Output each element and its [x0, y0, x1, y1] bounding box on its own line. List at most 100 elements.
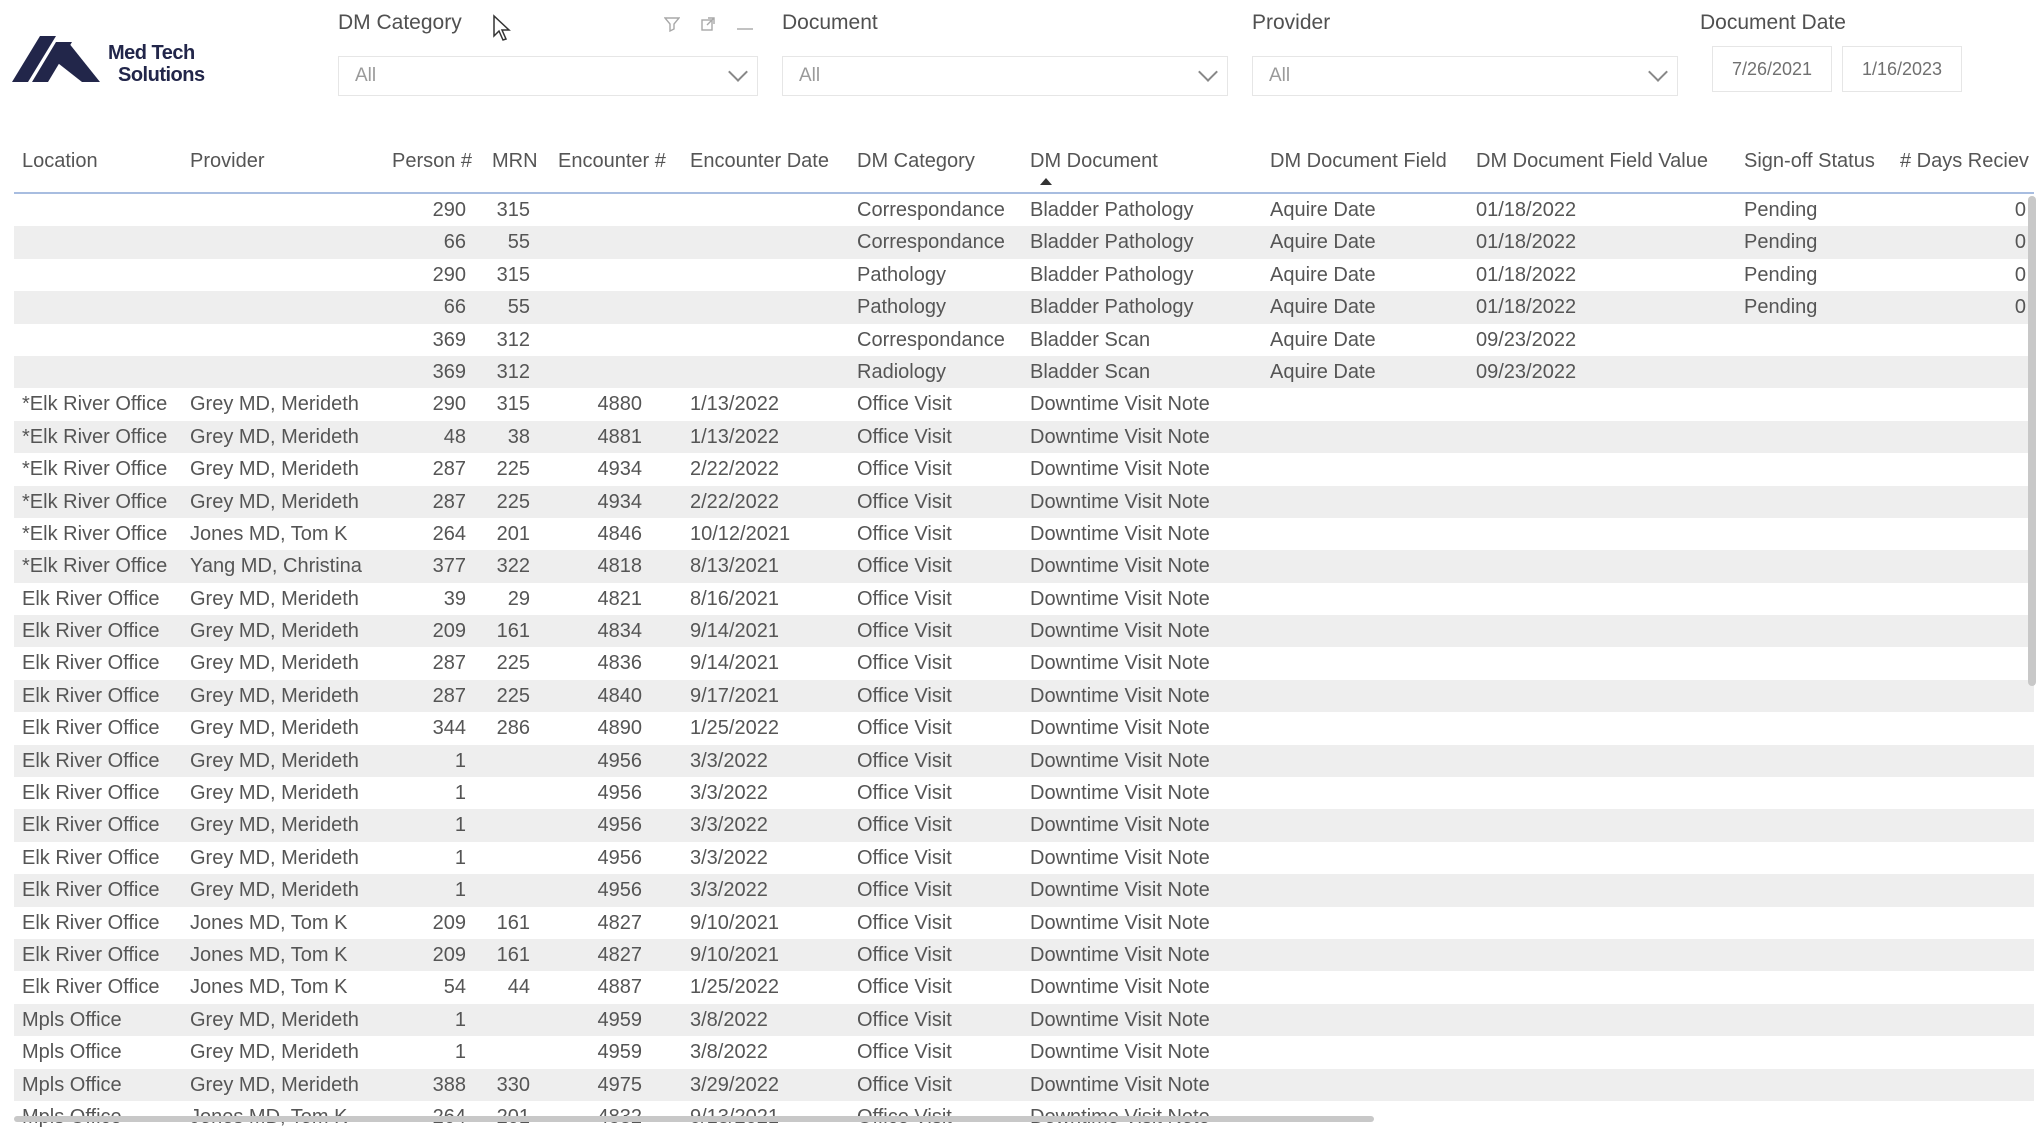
col-header-days[interactable]: # Days Reciev	[1900, 150, 2029, 173]
table-header: Location Provider Person # MRN Encounter…	[14, 140, 2034, 194]
cell-provider: Jones MD, Tom K	[190, 522, 348, 545]
date-end-input[interactable]: 1/16/2023	[1842, 46, 1962, 92]
cell-provider: Yang MD, Christina	[190, 555, 362, 578]
logo-text-line1: Med Tech	[108, 42, 195, 64]
mouse-cursor-icon	[493, 14, 511, 41]
cell-person: 209	[432, 943, 466, 966]
col-header-provider[interactable]: Provider	[190, 150, 264, 173]
col-header-dm-field-value[interactable]: DM Document Field Value	[1476, 150, 1708, 173]
document-dropdown[interactable]: All	[782, 56, 1228, 96]
table-row[interactable]: 290 315 Correspondance Bladder Pathology Aqu…	[14, 194, 2034, 226]
col-header-person[interactable]: Person #	[392, 150, 472, 173]
table-row[interactable]: 290 315 Pathology Bladder Pathology Aquire D…	[14, 259, 2034, 291]
table-row[interactable]: Elk River Office Grey MD, Merideth 287 225 4…	[14, 647, 2034, 679]
cell-dm-field: Aquire Date	[1270, 199, 1376, 221]
cell-dm-category: Correspondance	[857, 231, 1005, 254]
col-header-dm-category[interactable]: DM Category	[857, 150, 975, 173]
cell-location: Mpls Office	[22, 1041, 122, 1064]
cell-encounter-date: 2/22/2022	[690, 490, 779, 513]
cell-mrn: 315	[496, 199, 530, 221]
focus-mode-icon[interactable]	[700, 16, 716, 37]
table-row[interactable]: 369 312 Radiology Bladder Scan Aquire Date 09…	[14, 355, 2034, 389]
cell-dm-document: Downtime Visit Note	[1030, 782, 1210, 805]
table-row[interactable]: *Elk River Office Grey MD, Merideth 48 38 48…	[14, 420, 2034, 454]
table-row[interactable]: Elk River Office Grey MD, Merideth 287 225 4…	[14, 679, 2034, 713]
sort-ascending-icon	[1040, 178, 1052, 185]
table-row[interactable]: *Elk River Office Grey MD, Merideth 287 225…	[14, 453, 2034, 485]
table-row[interactable]: Elk River Office Grey MD, Merideth 1 4956 3/…	[14, 777, 2034, 809]
col-header-signoff[interactable]: Sign-off Status	[1744, 150, 1875, 173]
cell-encounter-date: 3/3/2022	[690, 846, 768, 869]
table-row[interactable]: *Elk River Office Grey MD, Merideth 287 225…	[14, 485, 2034, 518]
cell-person: 1	[454, 782, 466, 805]
table-row[interactable]: *Elk River Office Grey MD, Merideth 290 315…	[14, 388, 2034, 420]
cell-dm-document: Downtime Visit Note	[1030, 522, 1210, 545]
col-header-dm-field[interactable]: DM Document Field	[1270, 150, 1447, 173]
cell-dm-field: Aquire Date	[1270, 263, 1376, 286]
table-row[interactable]: Elk River Office Grey MD, Merideth 1 4956 3/…	[14, 842, 2034, 874]
table-row[interactable]: *Elk River Office Yang MD, Christina 377 32…	[14, 550, 2034, 583]
cell-dm-field: Aquire Date	[1270, 231, 1376, 254]
cell-days: 0	[2014, 263, 2026, 286]
cell-encounter-date: 1/25/2022	[690, 976, 779, 999]
cell-dm-document: Bladder Pathology	[1030, 296, 1194, 319]
cell-encounter: 4834	[597, 620, 643, 643]
cell-person: 287	[432, 490, 466, 513]
table-row[interactable]: Mpls Office Grey MD, Merideth 1 4959 3/8/202…	[14, 1036, 2034, 1068]
table-row[interactable]: Elk River Office Jones MD, Tom K 54 44 4887 1…	[14, 971, 2034, 1003]
cell-encounter-date: 9/10/2021	[690, 911, 779, 934]
cell-dm-category: Office Visit	[857, 555, 952, 578]
table-row[interactable]: Elk River Office Jones MD, Tom K 209 161 482…	[14, 938, 2034, 972]
cell-mrn: 312	[496, 328, 530, 351]
cell-dm-document: Bladder Pathology	[1030, 263, 1194, 286]
cell-encounter: 4818	[597, 555, 643, 578]
date-start-input[interactable]: 7/26/2021	[1712, 46, 1832, 92]
cell-encounter-date: 9/14/2021	[690, 620, 779, 643]
cell-dm-category: Office Visit	[857, 425, 952, 448]
table-row[interactable]: Elk River Office Grey MD, Merideth 209 161 4…	[14, 615, 2034, 648]
table-row[interactable]: Elk River Office Grey MD, Merideth 344 286 4…	[14, 712, 2034, 744]
col-header-encounter-date[interactable]: Encounter Date	[690, 150, 829, 173]
table-row[interactable]: 369 312 Correspondance Bladder Scan Aquire D…	[14, 324, 2034, 356]
table-row[interactable]: Elk River Office Grey MD, Merideth 1 4956 3/…	[14, 809, 2034, 842]
cell-provider: Jones MD, Tom K	[190, 976, 348, 999]
cell-person: 1	[454, 1041, 466, 1064]
cell-dm-field-value: 01/18/2022	[1476, 231, 1577, 254]
table-row[interactable]: Mpls Office Grey MD, Merideth 388 330 4975 3/…	[14, 1068, 2034, 1101]
table-row[interactable]: Elk River Office Jones MD, Tom K 209 161 482…	[14, 907, 2034, 939]
table-row[interactable]: 66 55 Correspondance Bladder Pathology Aquir…	[14, 226, 2034, 259]
more-options-icon[interactable]	[736, 16, 754, 37]
cell-encounter-date: 8/13/2021	[690, 555, 779, 578]
table-row[interactable]: Elk River Office Grey MD, Merideth 1 4956 3/…	[14, 874, 2034, 907]
cell-encounter: 4880	[597, 393, 643, 416]
horizontal-scrollbar[interactable]	[14, 1116, 1374, 1122]
table-row[interactable]: *Elk River Office Jones MD, Tom K 264 201 48…	[14, 518, 2034, 550]
cell-encounter: 4956	[597, 879, 643, 902]
chevron-down-icon	[728, 62, 748, 82]
col-header-dm-document[interactable]: DM Document	[1030, 150, 1158, 173]
cell-location: Elk River Office	[22, 911, 160, 934]
table-row[interactable]: Elk River Office Grey MD, Merideth 1 4956 3/…	[14, 744, 2034, 778]
cell-person: 1	[454, 1008, 466, 1031]
cell-dm-document: Downtime Visit Note	[1030, 749, 1210, 772]
col-header-mrn[interactable]: MRN	[492, 150, 538, 173]
document-slicer: Document All	[782, 8, 1228, 96]
col-header-location[interactable]: Location	[22, 150, 98, 173]
cell-provider: Grey MD, Merideth	[190, 749, 359, 772]
cell-dm-field-value: 09/23/2022	[1476, 328, 1577, 351]
cell-mrn: 44	[507, 976, 530, 999]
cell-dm-document: Downtime Visit Note	[1030, 490, 1210, 513]
table-row[interactable]: Elk River Office Grey MD, Merideth 39 29 482…	[14, 583, 2034, 615]
provider-dropdown[interactable]: All	[1252, 56, 1678, 96]
vertical-scrollbar[interactable]	[2028, 196, 2036, 686]
col-header-encounter[interactable]: Encounter #	[558, 150, 666, 173]
cell-mrn: 55	[507, 231, 530, 254]
cell-dm-document: Bladder Scan	[1030, 360, 1151, 383]
dm-category-dropdown[interactable]: All	[338, 56, 758, 96]
table-body: 290 315 Correspondance Bladder Pathology Aqu…	[14, 194, 2034, 1133]
cell-mrn: 201	[496, 522, 530, 545]
filter-icon[interactable]	[663, 16, 681, 37]
cell-mrn: 161	[496, 943, 530, 966]
table-row[interactable]: Mpls Office Grey MD, Merideth 1 4959 3/8/202…	[14, 1003, 2034, 1037]
table-row[interactable]: 66 55 Pathology Bladder Pathology Aquire Dat…	[14, 291, 2034, 324]
